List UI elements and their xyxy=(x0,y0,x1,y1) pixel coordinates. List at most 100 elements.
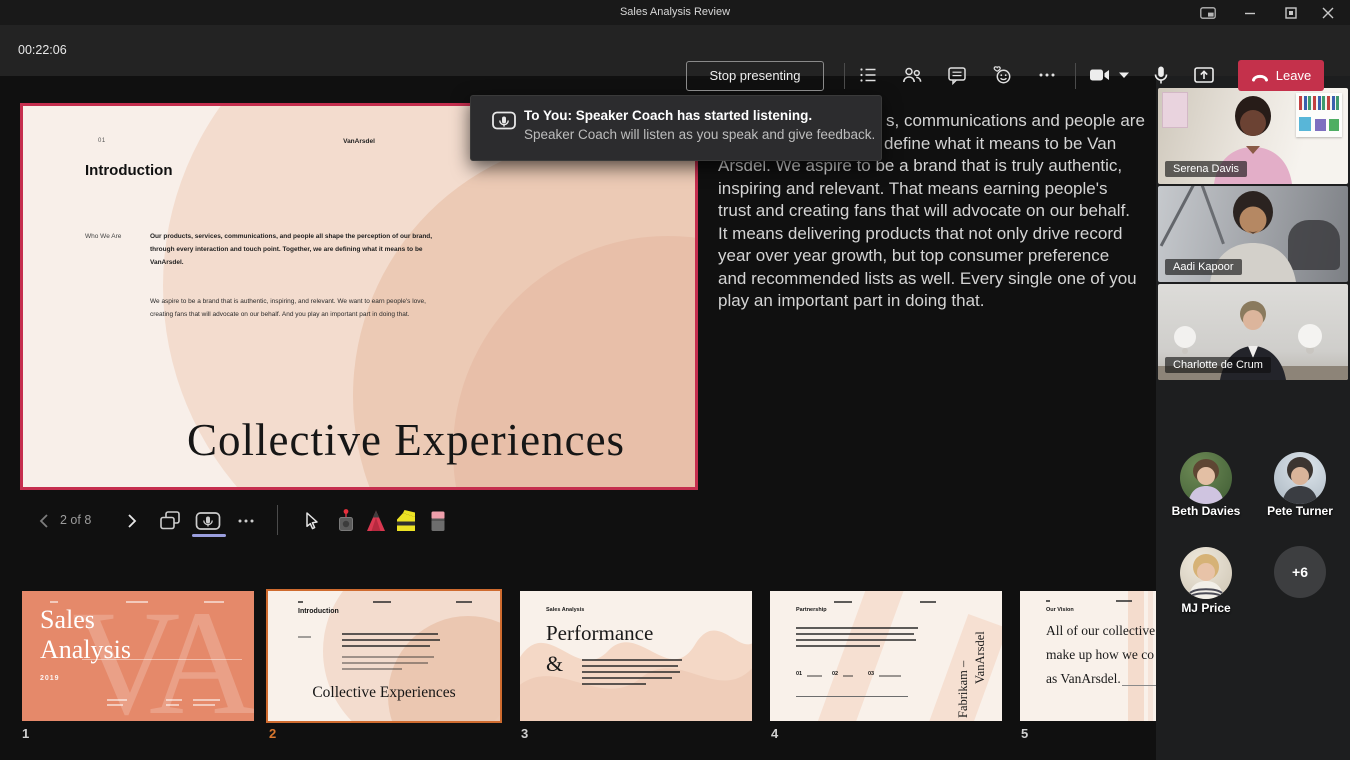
overflow-count: +6 xyxy=(1292,564,1308,580)
slides-grid-icon[interactable] xyxy=(156,507,184,535)
slide-section-label: Who We Are xyxy=(85,233,121,240)
laser-pointer-tool-icon[interactable] xyxy=(332,507,360,535)
minimize-icon[interactable] xyxy=(1240,4,1260,21)
share-screen-icon[interactable] xyxy=(1192,63,1216,87)
thumbnail-decor xyxy=(807,675,822,677)
notes-line: trust and creating fans that will advoca… xyxy=(718,200,1164,223)
thumbnail-decor xyxy=(126,601,148,603)
red-pen-tool-icon[interactable] xyxy=(362,507,390,535)
thumbnail-decor xyxy=(342,656,434,658)
thumbnail-decor xyxy=(796,639,916,641)
thumbnail-decor xyxy=(1116,600,1132,602)
thumbnail-ampersand: & xyxy=(546,651,563,677)
speaker-coach-toggle-icon[interactable] xyxy=(194,507,222,535)
camera-icon[interactable] xyxy=(1088,63,1112,87)
stop-presenting-button[interactable]: Stop presenting xyxy=(686,61,824,91)
video-tile-aadi-kapoor[interactable]: Aadi Kapoor xyxy=(1158,186,1348,282)
thumbnail-decor xyxy=(796,627,918,629)
thumbnail-item: 03 xyxy=(868,671,874,677)
slide-more-icon[interactable] xyxy=(232,507,260,535)
notes-line: and recommended lists as well. Every sin… xyxy=(718,268,1164,291)
toolbar-divider xyxy=(1075,63,1076,89)
window-title: Sales Analysis Review xyxy=(0,0,1350,25)
toast-subtitle: Speaker Coach will listen as you speak a… xyxy=(524,127,875,142)
next-slide-icon[interactable] xyxy=(118,507,146,535)
thumbnail-decor xyxy=(342,633,438,635)
close-icon[interactable] xyxy=(1318,4,1338,21)
yellow-highlighter-tool-icon[interactable] xyxy=(392,507,420,535)
thumbnail-decor xyxy=(582,677,672,679)
chat-icon[interactable] xyxy=(945,63,969,87)
slide-paragraph: We aspire to be a brand that is authenti… xyxy=(150,295,440,321)
avatar-pete-turner[interactable] xyxy=(1274,452,1326,504)
thumbnail-vertical-text: VanArsdel xyxy=(973,599,988,684)
thumbnail-decor xyxy=(204,601,224,603)
avatar-beth-davies[interactable] xyxy=(1180,452,1232,504)
pointer-tool-icon[interactable] xyxy=(298,507,326,535)
slide-thumbnail-4[interactable]: Partnership 01 02 03 Fabrikam – VanArsde… xyxy=(770,591,1002,721)
thumbnail-decor xyxy=(834,601,852,603)
thumbnail-number-4: 4 xyxy=(771,726,778,741)
thumbnail-decor xyxy=(342,662,428,664)
camera-dropdown-icon[interactable] xyxy=(1117,63,1131,87)
eraser-tool-icon[interactable] xyxy=(424,507,452,535)
thumbnail-decor xyxy=(373,601,391,603)
thumbnail-header: Sales Analysis xyxy=(546,607,584,613)
thumbnail-heading: Partnership xyxy=(796,607,827,613)
thumbnail-text: as VanArsdel. xyxy=(1046,671,1121,687)
reactions-icon[interactable] xyxy=(990,63,1014,87)
speaker-coach-toast[interactable]: To You: Speaker Coach has started listen… xyxy=(470,95,882,161)
avatar-mj-price[interactable] xyxy=(1180,547,1232,599)
slide-thumbnail-3[interactable]: Sales Analysis Performance & xyxy=(520,591,752,721)
thumbnail-year: 2019 xyxy=(40,675,60,682)
title-bar: Sales Analysis Review xyxy=(0,0,1350,25)
people-icon[interactable] xyxy=(900,63,924,87)
slide-paragraph: Our products, services, communications, … xyxy=(150,230,452,269)
participant-name-label: Charlotte de Crum xyxy=(1165,357,1271,373)
thumbnail-decor xyxy=(342,639,440,641)
agenda-icon[interactable] xyxy=(856,63,880,87)
thumbnail-decor xyxy=(193,699,220,701)
slide-thumbnail-1[interactable]: VA Sales Analysis 2019 xyxy=(22,591,254,721)
thumbnail-decor xyxy=(582,671,680,673)
thumbnail-decor xyxy=(796,645,880,647)
more-icon[interactable] xyxy=(1035,63,1059,87)
meeting-timer: 00:22:06 xyxy=(18,25,67,76)
thumbnail-number-2: 2 xyxy=(269,726,276,741)
thumbnail-decor xyxy=(582,683,646,685)
thumbnail-number-5: 5 xyxy=(1021,726,1028,741)
picture-in-picture-icon[interactable] xyxy=(1198,4,1218,21)
previous-slide-icon[interactable] xyxy=(30,507,58,535)
leave-button[interactable]: Leave xyxy=(1238,60,1324,91)
thumbnail-text: All of our collective xyxy=(1046,623,1155,639)
thumbnail-item: 02 xyxy=(832,671,838,677)
slide-heading: Introduction xyxy=(85,162,172,179)
thumbnail-decor xyxy=(920,601,936,603)
toolbar-divider xyxy=(844,63,845,89)
thumbnail-heading: Introduction xyxy=(298,608,339,615)
avatar-name-label: MJ Price xyxy=(1151,601,1261,615)
overflow-participants-badge[interactable]: +6 xyxy=(1274,546,1326,598)
notes-line: It means delivering products that not on… xyxy=(718,223,1164,246)
hangup-icon xyxy=(1251,69,1269,83)
thumbnail-decor xyxy=(107,704,123,706)
slide-position: 2 of 8 xyxy=(60,513,91,527)
slide-thumbnail-2-selected[interactable]: Introduction Collective Experiences xyxy=(266,589,502,723)
thumbnail-title: Sales xyxy=(40,605,95,635)
maximize-icon[interactable] xyxy=(1281,4,1301,21)
microphone-icon[interactable] xyxy=(1149,63,1173,87)
thumbnail-decor xyxy=(582,659,682,661)
slide-title: Collective Experiences xyxy=(187,414,625,466)
thumbnail-item: 01 xyxy=(796,671,802,677)
thumbnail-decor xyxy=(298,636,311,638)
notes-line: play an important part in doing that. xyxy=(718,290,1164,313)
thumbnail-title: Analysis xyxy=(40,635,131,665)
thumbnail-decor xyxy=(1046,600,1050,602)
video-tile-charlotte-de-crum[interactable]: Charlotte de Crum xyxy=(1158,284,1348,380)
thumbnail-vertical-text: Fabrikam – xyxy=(956,633,971,718)
notes-line: year over year growth, but top consumer … xyxy=(718,245,1164,268)
thumbnail-decor xyxy=(843,675,853,677)
video-tile-serena-davis[interactable]: Serena Davis xyxy=(1158,88,1348,184)
thumbnail-decor xyxy=(107,699,127,701)
thumbnail-decor xyxy=(342,645,430,647)
